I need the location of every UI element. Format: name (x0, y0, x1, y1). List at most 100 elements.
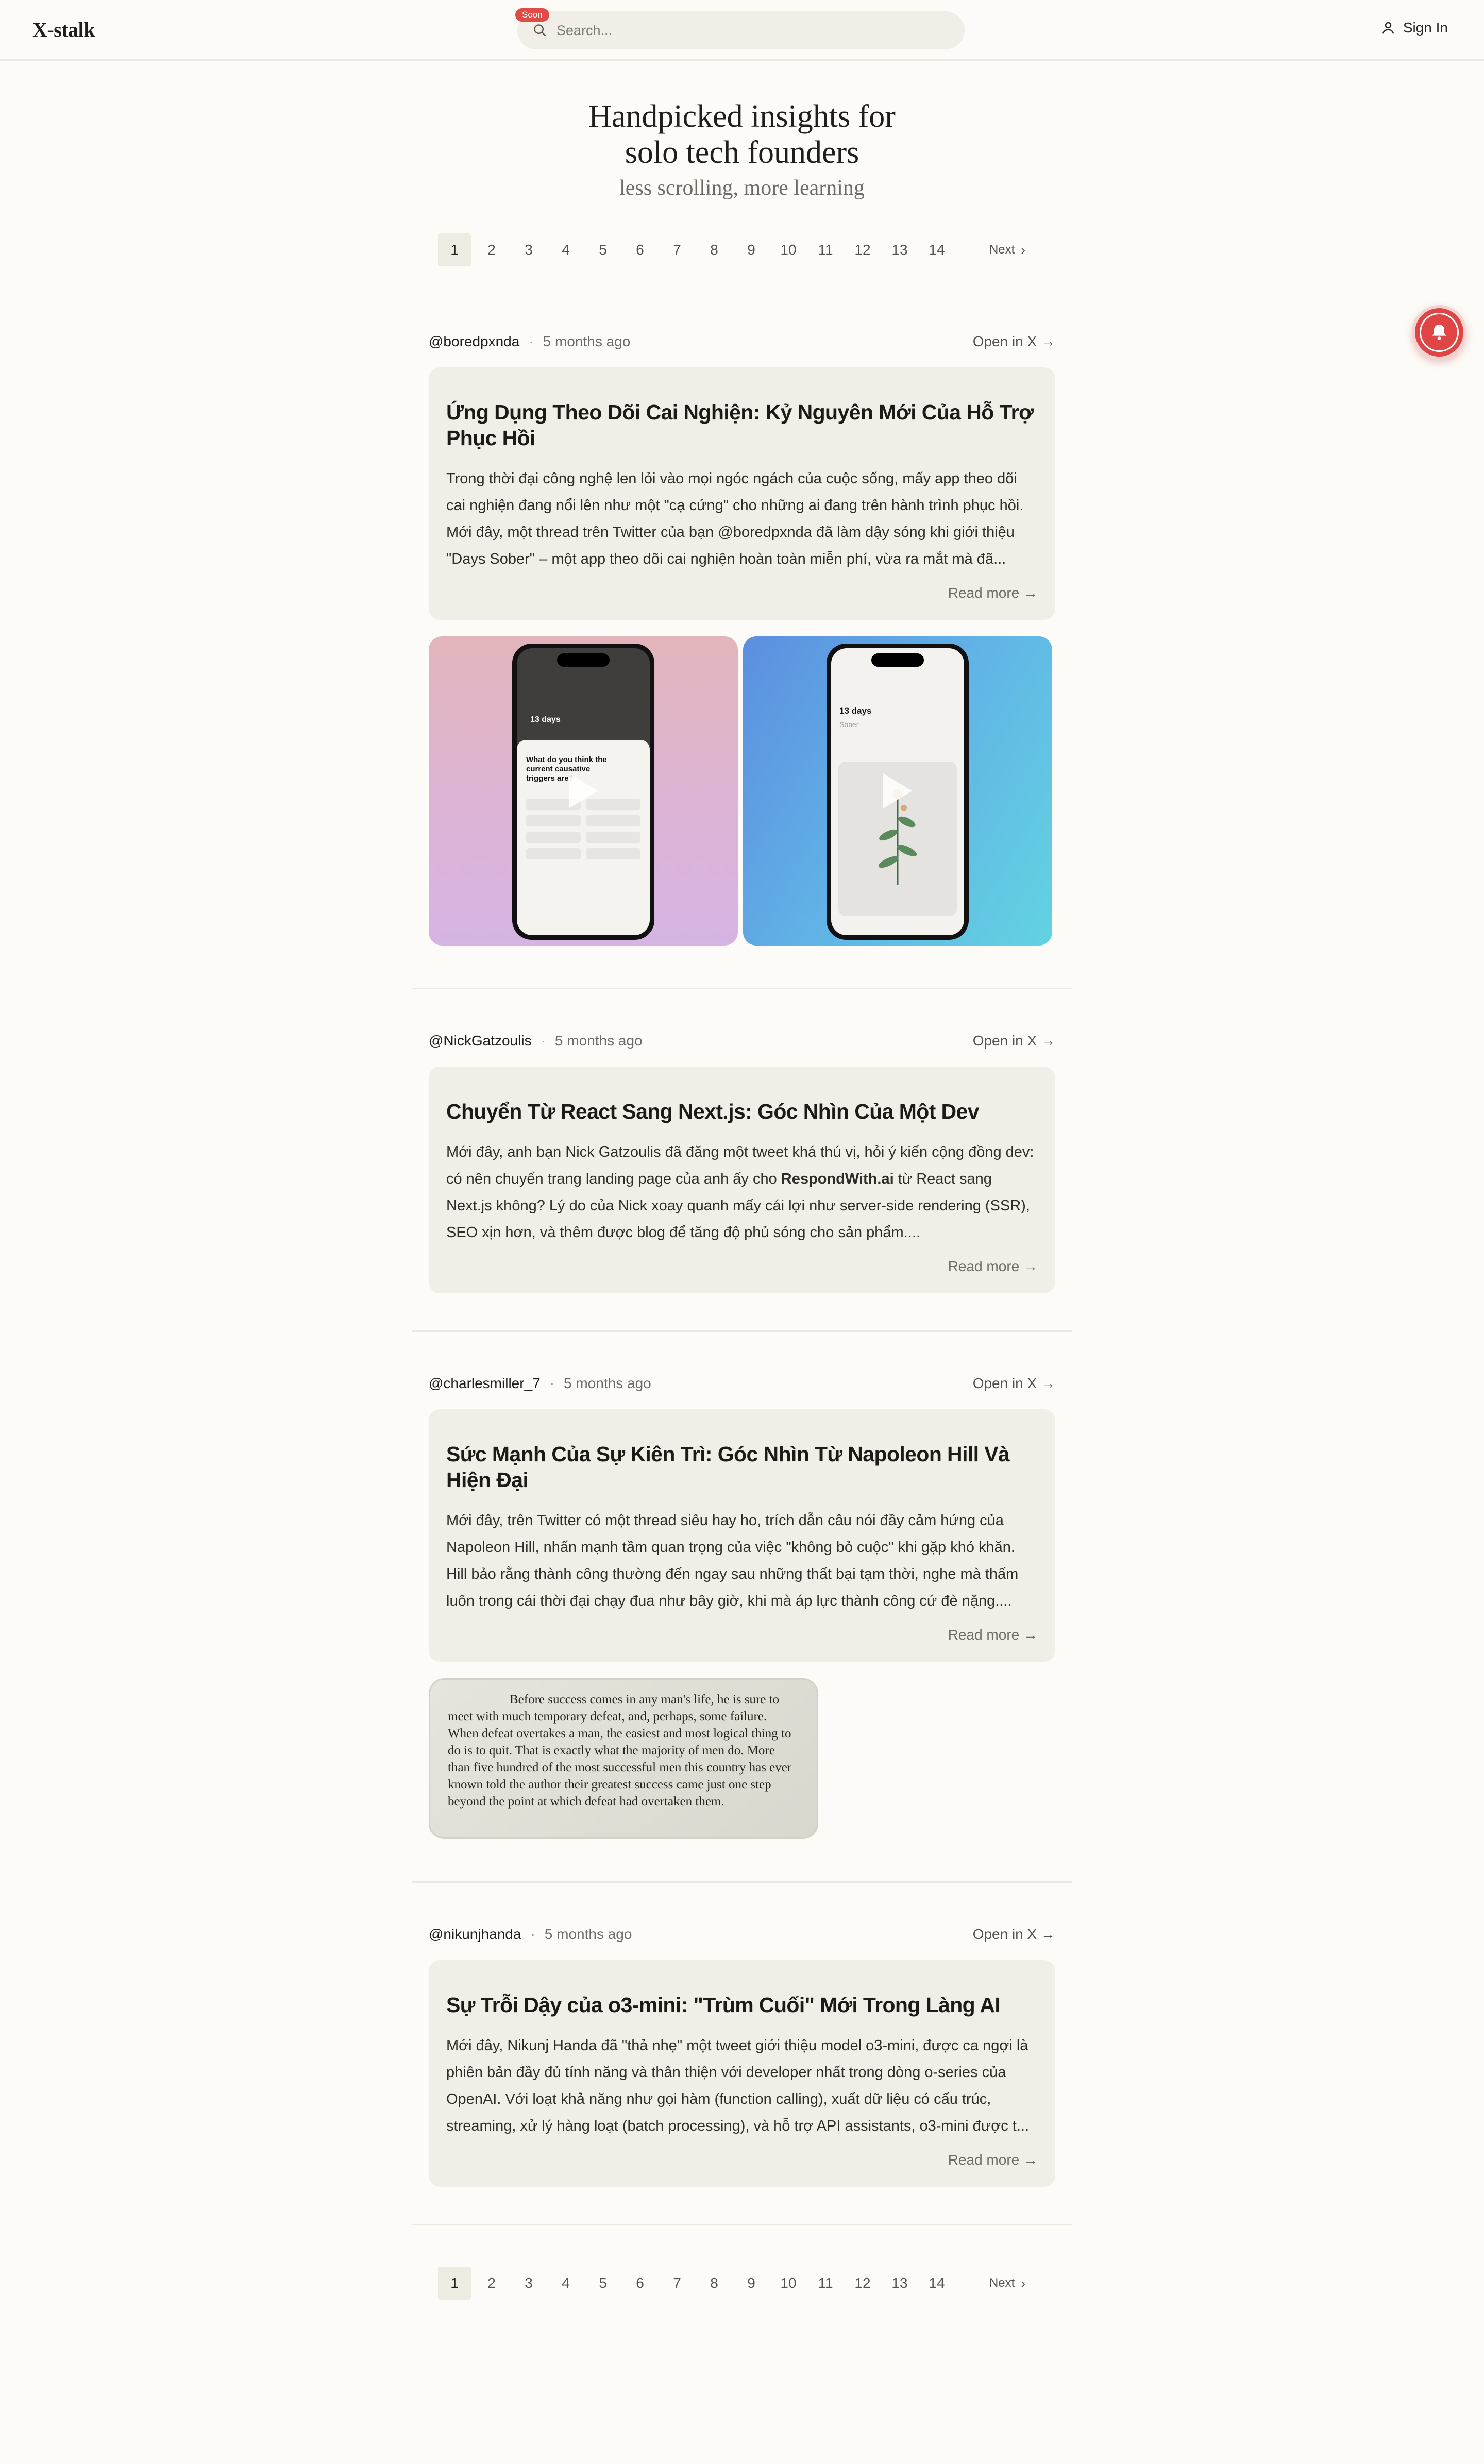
option-chip (586, 848, 640, 859)
open-in-x-link[interactable]: Open in X → (973, 1375, 1055, 1392)
read-more-link[interactable]: Read more → (446, 2152, 1038, 2168)
page-1[interactable]: 1 (438, 2267, 471, 2300)
page-5[interactable]: 5 (586, 2267, 619, 2300)
days-counter: 13 days (530, 715, 561, 724)
page-8[interactable]: 8 (698, 2267, 731, 2300)
open-in-x-link[interactable]: Open in X → (973, 333, 1055, 350)
video-thumbnail[interactable]: 13 days What do you think the current ca… (429, 636, 738, 946)
dynamic-island (557, 653, 610, 667)
pagination-top: 1 2 3 4 5 6 7 8 9 10 11 12 13 14 Next › (438, 233, 1046, 266)
product-link: RespondWith.ai (781, 1171, 894, 1187)
bell-ring (1420, 313, 1459, 352)
post-card[interactable]: Ứng Dụng Theo Dõi Cai Nghiện: Kỷ Nguyên … (429, 367, 1055, 620)
page-3[interactable]: 3 (512, 233, 545, 266)
post-item: @nikunjhanda · 5 months ago Open in X → … (412, 1883, 1072, 2224)
meta-separator: · (530, 1926, 535, 1942)
option-chip (526, 832, 581, 843)
sober-label: Sober (839, 720, 859, 729)
post-divider (412, 2224, 1072, 2225)
search-bar[interactable]: Soon (515, 8, 965, 49)
author-handle[interactable]: @NickGatzoulis (429, 1033, 532, 1049)
page-14[interactable]: 14 (920, 233, 953, 266)
page-11[interactable]: 11 (809, 2267, 842, 2300)
search-input[interactable] (556, 22, 917, 39)
page-6[interactable]: 6 (623, 233, 656, 266)
post-excerpt: Mới đây, trên Twitter có một thread siêu… (446, 1512, 1019, 1609)
play-icon[interactable] (567, 771, 600, 811)
page-3[interactable]: 3 (512, 2267, 545, 2300)
chevron-right-icon: › (1021, 2275, 1025, 2291)
page-2[interactable]: 2 (475, 2267, 508, 2300)
page-10[interactable]: 10 (772, 2267, 805, 2300)
post-excerpt: Mới đây, anh bạn Nick Gatzoulis đã đăng … (446, 1139, 1038, 1246)
post-time: 5 months ago (544, 1926, 632, 1942)
page-list: 1 2 3 4 5 6 7 8 9 10 11 12 13 14 (438, 2267, 957, 2300)
page-10[interactable]: 10 (772, 233, 805, 266)
post-time: 5 months ago (564, 1375, 651, 1391)
post-item: @NickGatzoulis · 5 months ago Open in X … (412, 989, 1072, 1330)
next-page-button[interactable]: Next › (989, 242, 1025, 258)
post-title[interactable]: Sự Trỗi Dậy của o3-mini: "Trùm Cuối" Mới… (446, 1992, 1038, 2018)
post-meta: @NickGatzoulis · 5 months ago Open in X … (429, 1031, 1055, 1051)
quote-image[interactable]: Before success comes in any man's life, … (429, 1678, 818, 1839)
trigger-sheet: What do you think the current causative … (517, 740, 650, 935)
author-handle[interactable]: @boredpxnda (429, 333, 519, 350)
site-logo[interactable]: X-stalk (32, 18, 95, 42)
next-label: Next (989, 243, 1015, 257)
page-12[interactable]: 12 (846, 2267, 879, 2300)
sign-in-button[interactable]: Sign In (1380, 20, 1448, 36)
read-more-link[interactable]: Read more → (446, 1627, 1038, 1643)
post-title[interactable]: Sức Mạnh Của Sự Kiên Trì: Góc Nhìn Từ Na… (446, 1441, 1038, 1493)
next-label: Next (989, 2276, 1015, 2290)
read-more-link[interactable]: Read more → (446, 585, 1038, 601)
video-thumbnail[interactable]: 13 days Sober (743, 636, 1052, 946)
soon-badge: Soon (515, 8, 549, 22)
post-title[interactable]: Chuyển Từ React Sang Next.js: Góc Nhìn C… (446, 1099, 1038, 1124)
author-handle[interactable]: @nikunjhanda (429, 1926, 521, 1943)
post-title[interactable]: Ứng Dụng Theo Dõi Cai Nghiện: Kỷ Nguyên … (446, 399, 1038, 451)
page-2[interactable]: 2 (475, 233, 508, 266)
page-8[interactable]: 8 (698, 233, 731, 266)
page-9[interactable]: 9 (735, 233, 768, 266)
post-card[interactable]: Sự Trỗi Dậy của o3-mini: "Trùm Cuối" Mới… (429, 1960, 1055, 2187)
page-6[interactable]: 6 (623, 2267, 656, 2300)
page-13[interactable]: 13 (883, 233, 916, 266)
author-handle[interactable]: @charlesmiller_7 (429, 1375, 541, 1392)
post-feed: @boredpxnda · 5 months ago Open in X → Ứ… (412, 331, 1072, 2225)
read-more-link[interactable]: Read more → (446, 1258, 1038, 1275)
meta-separator: · (529, 333, 534, 349)
chevron-right-icon: › (1021, 242, 1025, 258)
option-chip (526, 848, 581, 859)
page-7[interactable]: 7 (661, 233, 694, 266)
page-1[interactable]: 1 (438, 233, 471, 266)
hero: Handpicked insights for solo tech founde… (0, 61, 1484, 200)
next-page-button[interactable]: Next › (989, 2275, 1025, 2291)
option-chip (586, 815, 640, 826)
post-item: @boredpxnda · 5 months ago Open in X → Ứ… (412, 331, 1072, 988)
post-meta: @boredpxnda · 5 months ago Open in X → (429, 331, 1055, 352)
meta-separator: · (541, 1033, 546, 1049)
meta-separator: · (549, 1375, 555, 1391)
page-11[interactable]: 11 (809, 233, 842, 266)
page-12[interactable]: 12 (846, 233, 879, 266)
post-card[interactable]: Sức Mạnh Của Sự Kiên Trì: Góc Nhìn Từ Na… (429, 1409, 1055, 1662)
hero-title-line2: solo tech founders (625, 135, 859, 170)
option-chip (526, 815, 581, 826)
hero-title: Handpicked insights for solo tech founde… (0, 98, 1484, 171)
post-item: @charlesmiller_7 · 5 months ago Open in … (412, 1332, 1072, 1881)
page-14[interactable]: 14 (920, 2267, 953, 2300)
open-in-x-link[interactable]: Open in X → (973, 1033, 1055, 1049)
bell-icon (1432, 325, 1446, 340)
open-in-x-link[interactable]: Open in X → (973, 1926, 1055, 1943)
notification-bell-button[interactable] (1412, 305, 1466, 360)
page-9[interactable]: 9 (735, 2267, 768, 2300)
page-7[interactable]: 7 (661, 2267, 694, 2300)
play-icon[interactable] (881, 771, 914, 811)
sign-in-label: Sign In (1403, 20, 1448, 36)
page-5[interactable]: 5 (586, 233, 619, 266)
user-icon (1382, 22, 1394, 34)
page-13[interactable]: 13 (883, 2267, 916, 2300)
post-card[interactable]: Chuyển Từ React Sang Next.js: Góc Nhìn C… (429, 1067, 1055, 1293)
page-4[interactable]: 4 (549, 233, 582, 266)
page-4[interactable]: 4 (549, 2267, 582, 2300)
